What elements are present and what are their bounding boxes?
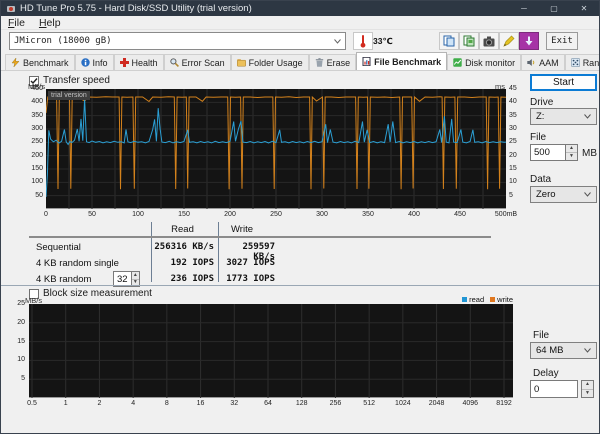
menu-help[interactable]: Help	[32, 17, 68, 29]
trial-version-watermark: trial version	[48, 91, 90, 100]
thermometer-button[interactable]	[353, 32, 373, 50]
spinner-down-icon[interactable]: ▼	[582, 389, 593, 397]
read-column-header: Read	[171, 224, 194, 235]
chevron-down-icon	[334, 38, 341, 44]
row-4kb-single-label: 4 KB random single	[36, 258, 119, 269]
file-size-label: File	[530, 132, 547, 143]
data-label: Data	[530, 174, 552, 185]
maximize-button[interactable]: ▢	[539, 1, 569, 16]
screenshot-button[interactable]	[519, 32, 539, 50]
lightning-icon	[11, 58, 20, 67]
minimize-button[interactable]: ─	[509, 1, 539, 16]
chart1-x-ticks: 0 50 100 150 200 250 300 350 400 450 500mB	[44, 211, 518, 218]
main-content: Transfer speed MB/s ms trial version 450…	[1, 71, 599, 433]
spinner-up-icon[interactable]: ▲	[566, 145, 577, 153]
sequential-read-value: 256316 KB/s	[154, 242, 214, 252]
pen-icon	[503, 35, 515, 47]
health-cross-icon	[119, 58, 129, 67]
dice-icon	[570, 58, 580, 67]
tab-folder-usage[interactable]: Folder Usage	[230, 54, 309, 70]
legend-read: read	[462, 295, 484, 304]
transfer-speed-chart: trial version	[45, 89, 507, 209]
tab-aam[interactable]: AAM	[521, 54, 565, 70]
chart1-right-ticks: 45 40 35 30 25 20 15 10 5	[509, 85, 517, 199]
chart1-left-ticks: 450 400 350 300 250 200 150 100 50	[31, 85, 43, 199]
chart2-x-ticks: 0.5 1 2 4 8 16 32 64 128 256 512 1024 2048 4096 8192	[27, 400, 512, 407]
block-file-label: File	[533, 330, 550, 341]
device-combobox-value: JMicron (18000 gB)	[14, 36, 112, 46]
delay-spinner-arrows: ▲ ▼	[581, 380, 594, 398]
copy-text-button[interactable]	[439, 32, 459, 50]
chevron-down-icon	[584, 114, 591, 119]
title-bar: HD Tune Pro 5.75 - Hard Disk/SSD Utility…	[1, 1, 599, 16]
exit-button[interactable]: Exit	[546, 32, 578, 50]
4kb-random-write-value: 1773 IOPS	[226, 274, 275, 284]
tab-bar: Benchmark Info Health Error Scan Folder …	[1, 52, 599, 71]
tab-random-access[interactable]: Random Access	[564, 54, 599, 70]
chart2-left-ticks: 25 20 15 10 5	[17, 300, 25, 383]
tab-file-benchmark[interactable]: File Benchmark	[356, 52, 448, 70]
pen-button[interactable]	[499, 32, 519, 50]
chevron-down-icon	[584, 192, 591, 197]
delay-label: Delay	[533, 368, 559, 379]
chart2-legend: read write	[431, 295, 513, 304]
start-button[interactable]: Start	[530, 74, 597, 91]
legend-write: write	[490, 295, 513, 304]
tab-health[interactable]: Health	[113, 54, 164, 70]
file-size-spinner[interactable]: 500 ▲ ▼	[530, 144, 578, 161]
4kb-single-read-value: 192 IOPS	[170, 258, 214, 268]
tab-info[interactable]: Info	[74, 54, 114, 70]
speaker-icon	[527, 59, 535, 66]
delay-spinner[interactable]: 0	[530, 380, 578, 398]
folder-icon	[236, 59, 246, 67]
camera-button[interactable]	[479, 32, 499, 50]
write-column-header: Write	[231, 224, 253, 235]
table-header-rule	[29, 236, 491, 238]
tab-error-scan[interactable]: Error Scan	[163, 54, 231, 70]
row-4kb-random-label: 4 KB random	[36, 274, 92, 285]
delay-value: 0	[530, 380, 578, 398]
tab-benchmark[interactable]: Benchmark	[5, 54, 75, 70]
device-combobox[interactable]: JMicron (18000 gB)	[9, 32, 346, 50]
menu-file[interactable]: File	[1, 17, 32, 29]
close-button[interactable]: ✕	[569, 1, 599, 16]
spinner-down-icon[interactable]: ▼	[566, 153, 577, 160]
drive-label: Drive	[530, 97, 554, 108]
transfer-speed-chart-canvas	[45, 89, 507, 209]
block-size-chart	[29, 304, 513, 398]
file-chart-icon	[362, 57, 371, 66]
app-window: HD Tune Pro 5.75 - Hard Disk/SSD Utility…	[0, 0, 600, 434]
section-separator	[1, 285, 599, 286]
toolbar: JMicron (18000 gB) 33℃ Exit	[1, 30, 599, 53]
spinner-up-icon[interactable]: ▲	[582, 381, 593, 390]
file-size-value: 500	[530, 144, 566, 161]
screenshot-download-icon	[525, 36, 533, 46]
4kb-single-write-value: 3027 IOPS	[226, 258, 275, 268]
temperature-readout: 33℃	[373, 36, 393, 46]
block-size-checkbox[interactable]: Block size measurement	[29, 288, 152, 299]
copy-image-button[interactable]	[459, 32, 479, 50]
data-pattern-dropdown[interactable]: Zero	[530, 186, 597, 203]
tab-erase[interactable]: Erase	[308, 54, 357, 70]
file-size-unit: MB	[582, 148, 597, 159]
app-icon	[7, 5, 15, 12]
camera-icon	[483, 36, 495, 46]
block-size-chart-canvas	[29, 304, 513, 398]
row-sequential-label: Sequential	[36, 242, 81, 253]
window-title: HD Tune Pro 5.75 - Hard Disk/SSD Utility…	[20, 3, 252, 14]
tab-disk-monitor[interactable]: Disk monitor	[447, 54, 522, 70]
copy-image-icon	[463, 35, 475, 47]
thermometer-icon	[360, 35, 366, 48]
monitor-chart-icon	[453, 58, 462, 67]
4kb-random-read-value: 236 IOPS	[170, 274, 214, 284]
drive-dropdown[interactable]: Z:	[530, 108, 597, 125]
chevron-down-icon	[584, 348, 591, 353]
block-file-dropdown[interactable]: 64 MB	[530, 342, 597, 359]
menu-bar: File Help	[1, 16, 599, 30]
trash-icon	[315, 58, 323, 67]
copy-text-icon	[443, 35, 455, 47]
magnifier-icon	[169, 58, 179, 67]
info-icon	[80, 58, 90, 67]
